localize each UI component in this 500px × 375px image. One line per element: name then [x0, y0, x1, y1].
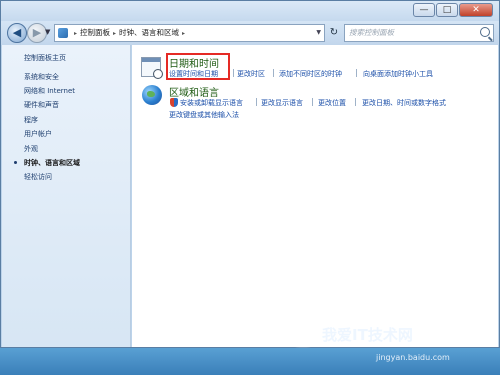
clock-icon	[153, 69, 163, 79]
link-change-location[interactable]: 更改位置	[318, 98, 346, 108]
breadcrumb-control-panel[interactable]: 控制面板	[80, 28, 110, 37]
watermark-logo	[286, 302, 320, 348]
globe-land-shape	[147, 91, 155, 97]
category-title-region-language[interactable]: 区域和语言	[169, 84, 219, 99]
title-bar: — □ ✕	[1, 1, 499, 21]
link-change-formats[interactable]: 更改日期、时间或数字格式	[362, 98, 446, 108]
chevron-right-icon: ▸	[74, 30, 78, 37]
forward-arrow-icon: ▶	[32, 26, 42, 39]
link-change-time-zone[interactable]: 更改时区	[237, 69, 265, 79]
link-change-keyboard[interactable]: 更改键盘或其他输入法	[169, 110, 239, 120]
recent-pages-dropdown-icon[interactable]: ▼	[45, 28, 50, 36]
window-controls: — □ ✕	[413, 3, 493, 17]
sidebar-item-clock-language-region[interactable]: 时钟、语言和区域	[24, 158, 80, 168]
chevron-right-icon: ▸	[182, 30, 186, 37]
address-bar[interactable]: ▸ 控制面板 ▸ 时钟、语言和区域 ▸ ▼	[54, 24, 325, 42]
sidebar-item-system-security[interactable]: 系统和安全	[24, 72, 59, 82]
link-add-clocks[interactable]: 添加不同时区的时钟	[279, 69, 342, 79]
control-panel-window: — □ ✕ ◀ ▶ ▼ ▸ 控制面板 ▸ 时钟、语言和区域 ▸ ▼ ↻ 搜索控制面板 控…	[0, 0, 500, 348]
globe-icon[interactable]	[142, 85, 162, 105]
sidebar: 控制面板主页 系统和安全 网络和 Internet 硬件和声音 程序 用户帐户 …	[2, 45, 131, 347]
sidebar-item-user-accounts[interactable]: 用户帐户	[24, 129, 52, 139]
link-separator	[356, 69, 357, 77]
link-separator	[256, 98, 257, 106]
sidebar-item-appearance[interactable]: 外观	[24, 144, 38, 154]
breadcrumb: ▸ 控制面板 ▸ 时钟、语言和区域 ▸	[71, 25, 188, 42]
breadcrumb-clock-language-region[interactable]: 时钟、语言和区域	[119, 28, 179, 37]
highlight-box	[166, 53, 230, 80]
watermark-url: jingyan.baidu.com	[376, 353, 450, 362]
forward-button[interactable]: ▶	[27, 23, 47, 43]
search-icon[interactable]	[480, 27, 490, 37]
sidebar-item-hardware-sound[interactable]: 硬件和声音	[24, 100, 59, 110]
search-placeholder: 搜索控制面板	[349, 28, 394, 37]
link-separator	[355, 98, 356, 106]
back-button[interactable]: ◀	[7, 23, 27, 43]
minimize-button[interactable]: —	[413, 3, 435, 17]
control-panel-icon	[58, 28, 68, 38]
sidebar-item-control-panel-home[interactable]: 控制面板主页	[24, 53, 66, 63]
main-content: 日期和时间 设置时间和日期 更改时区 添加不同时区的时钟 向桌面添加时钟小工具 …	[132, 45, 498, 347]
search-input[interactable]: 搜索控制面板	[344, 24, 494, 42]
uac-shield-icon	[170, 98, 178, 107]
sidebar-item-ease-of-access[interactable]: 轻松访问	[24, 172, 52, 182]
address-dropdown-icon[interactable]: ▼	[316, 25, 321, 41]
link-install-display-language[interactable]: 安装或卸载显示语言	[180, 98, 243, 108]
watermark-text: 我爱IT技术网	[322, 326, 413, 344]
calendar-clock-icon[interactable]	[141, 57, 163, 79]
sidebar-item-programs[interactable]: 程序	[24, 115, 38, 125]
close-button[interactable]: ✕	[459, 3, 493, 17]
sidebar-item-network-internet[interactable]: 网络和 Internet	[24, 86, 75, 96]
link-add-clock-gadget[interactable]: 向桌面添加时钟小工具	[363, 69, 433, 79]
chevron-right-icon: ▸	[113, 30, 117, 37]
refresh-icon[interactable]: ↻	[327, 24, 341, 42]
calendar-header	[142, 58, 160, 62]
link-change-display-language[interactable]: 更改显示语言	[261, 98, 303, 108]
back-arrow-icon: ◀	[12, 26, 22, 39]
link-separator	[312, 98, 313, 106]
link-separator	[233, 69, 234, 77]
current-item-bullet	[14, 161, 17, 164]
navigation-bar: ◀ ▶ ▼ ▸ 控制面板 ▸ 时钟、语言和区域 ▸ ▼ ↻ 搜索控制面板	[1, 21, 499, 45]
maximize-button[interactable]: □	[436, 3, 458, 17]
link-separator	[273, 69, 274, 77]
